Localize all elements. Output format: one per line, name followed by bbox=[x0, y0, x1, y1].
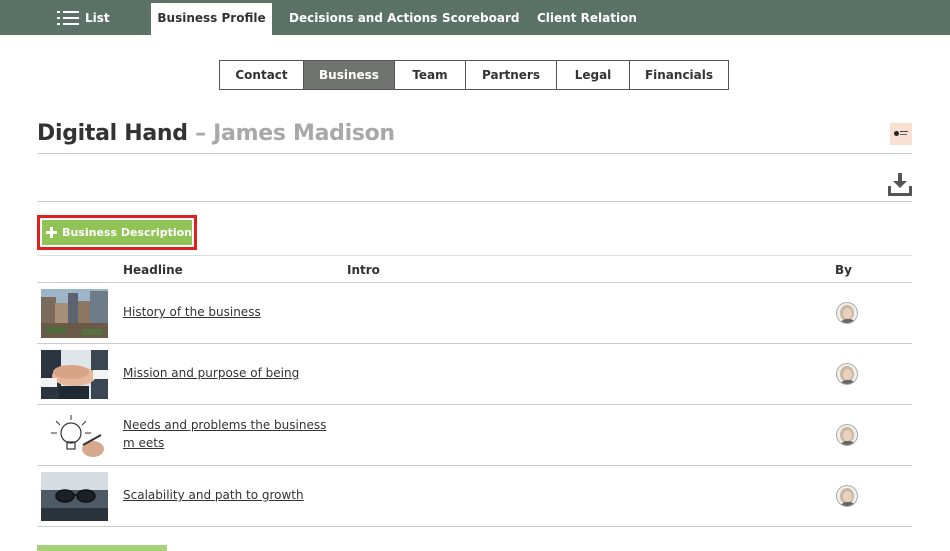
table-header: Headline Intro By bbox=[37, 255, 912, 283]
author-avatar[interactable] bbox=[836, 363, 858, 385]
author-avatar[interactable] bbox=[836, 485, 858, 507]
add-business-description-highlight: Business Description bbox=[37, 215, 197, 250]
bottom-add-button[interactable] bbox=[37, 545, 167, 551]
person-name: James Madison bbox=[213, 121, 395, 146]
tab-scoreboard[interactable]: Scoreboard bbox=[442, 0, 520, 35]
plus-icon bbox=[46, 227, 58, 238]
subtab-partners[interactable]: Partners bbox=[466, 61, 557, 89]
list-label: List bbox=[85, 10, 110, 25]
download-icon[interactable] bbox=[888, 173, 912, 196]
stacked-hands-image[interactable] bbox=[41, 350, 108, 399]
top-navigation: List Business Profile Decisions and Acti… bbox=[0, 0, 950, 35]
subtab-business[interactable]: Business bbox=[304, 61, 395, 89]
row-headline-link[interactable]: Scalability and path to growth bbox=[123, 486, 338, 504]
title-separator: – bbox=[187, 121, 214, 146]
row-headline-link[interactable]: History of the business bbox=[123, 303, 338, 321]
business-description-table: Headline Intro By History of the busines… bbox=[37, 255, 912, 527]
add-button-label: Business Description bbox=[62, 226, 192, 239]
subtab-team[interactable]: Team bbox=[395, 61, 466, 89]
tab-client-relation[interactable]: Client Relation bbox=[537, 0, 637, 35]
list-menu-button[interactable]: List bbox=[57, 0, 110, 35]
table-row: Needs and problems the business m eets bbox=[37, 405, 912, 466]
column-by: By bbox=[835, 263, 852, 277]
column-headline: Headline bbox=[123, 263, 183, 277]
company-name: Digital Hand bbox=[37, 121, 188, 146]
table-row: Scalability and path to growth bbox=[37, 466, 912, 527]
hamburger-icon bbox=[57, 10, 79, 26]
company-logo[interactable] bbox=[890, 123, 912, 145]
subtab-financials[interactable]: Financials bbox=[630, 61, 728, 89]
city-buildings-image[interactable] bbox=[41, 289, 108, 338]
profile-subtabs: Contact Business Team Partners Legal Fin… bbox=[219, 60, 729, 90]
author-avatar[interactable] bbox=[836, 302, 858, 324]
lightbulb-sketch-image[interactable] bbox=[41, 411, 108, 460]
toolbar-divider bbox=[37, 201, 912, 202]
row-headline-link[interactable]: Needs and problems the business m eets bbox=[123, 416, 338, 452]
author-avatar[interactable] bbox=[836, 424, 858, 446]
page-title: Digital Hand – James Madison bbox=[37, 121, 395, 146]
tab-decisions-and-actions[interactable]: Decisions and Actions bbox=[289, 0, 437, 35]
subtab-legal[interactable]: Legal bbox=[557, 61, 630, 89]
tab-business-profile[interactable]: Business Profile bbox=[151, 3, 272, 35]
column-intro: Intro bbox=[347, 263, 380, 277]
add-business-description-button[interactable]: Business Description bbox=[42, 220, 192, 245]
subtab-contact[interactable]: Contact bbox=[220, 61, 304, 89]
row-headline-link[interactable]: Mission and purpose of being bbox=[123, 364, 338, 382]
title-divider bbox=[37, 153, 912, 154]
glasses-on-desk-image[interactable] bbox=[41, 472, 108, 521]
table-row: History of the business bbox=[37, 283, 912, 344]
table-row: Mission and purpose of being bbox=[37, 344, 912, 405]
